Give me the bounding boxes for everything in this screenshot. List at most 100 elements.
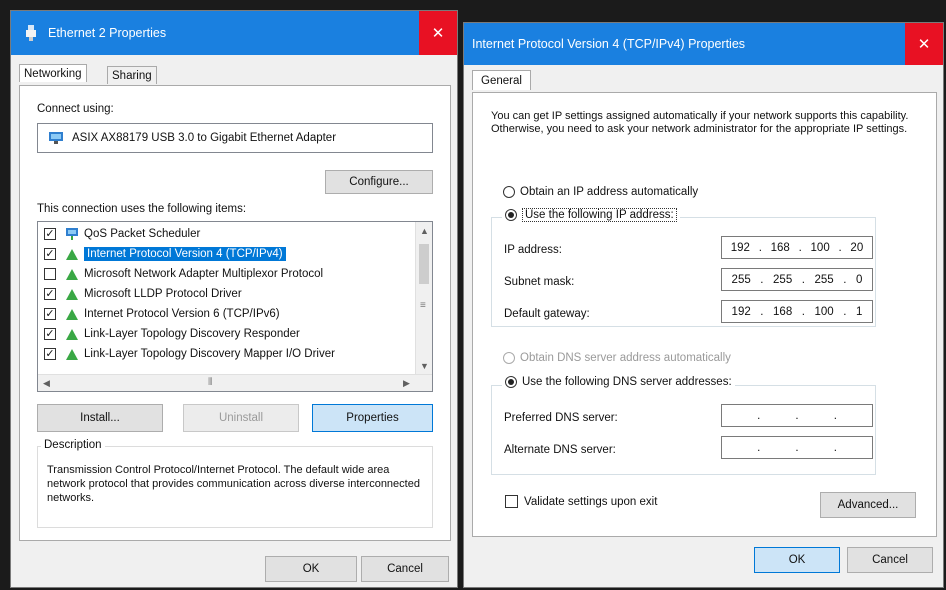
item-label-lldp: Microsoft LLDP Protocol Driver [84, 288, 242, 300]
adapter-box: ASIX AX88179 USB 3.0 to Gigabit Ethernet… [37, 123, 433, 153]
vertical-scrollbar[interactable]: ▲ ≡ ▼ [415, 222, 432, 374]
preferred-dns-field[interactable]: ... [721, 404, 873, 427]
obtain-ip-auto-option[interactable]: Obtain an IP address automatically [503, 186, 698, 198]
scroll-right-icon[interactable]: ▶ [398, 375, 415, 391]
connect-using-label: Connect using: [37, 103, 114, 115]
properties-button[interactable]: Properties [312, 404, 433, 432]
list-item-ipv4[interactable]: ✓ Internet Protocol Version 4 (TCP/IPv4) [44, 244, 286, 264]
list-item-ipv6[interactable]: ✓ Internet Protocol Version 6 (TCP/IPv6) [44, 304, 280, 324]
install-button[interactable]: Install... [37, 404, 163, 432]
ip-octet-1: 192 [730, 241, 750, 254]
checkbox-lltd-mapper[interactable]: ✓ [44, 348, 56, 360]
mask-octet-3: 255 [814, 273, 834, 286]
advanced-button[interactable]: Advanced... [820, 492, 916, 518]
obtain-dns-auto-label: Obtain DNS server address automatically [520, 352, 731, 364]
eth-ok-button[interactable]: OK [265, 556, 357, 582]
ipv4-cancel-button[interactable]: Cancel [847, 547, 933, 573]
scroll-thumb[interactable] [419, 244, 429, 284]
list-item-lltd-responder[interactable]: ✓ Link-Layer Topology Discovery Responde… [44, 324, 300, 344]
eth-close-button[interactable]: ✕ [419, 11, 457, 55]
grip-icon: ⦀ [208, 377, 213, 388]
eth-cancel-button[interactable]: Cancel [361, 556, 449, 582]
mask-octet-1: 255 [731, 273, 751, 286]
gateway-field[interactable]: 192. 168. 100. 1 [721, 300, 873, 323]
tab-general[interactable]: General [472, 70, 531, 90]
list-item-lldp[interactable]: ✓ Microsoft LLDP Protocol Driver [44, 284, 242, 304]
alternate-dns-field[interactable]: ... [721, 436, 873, 459]
ip-address-group: Use the following IP address: IP address… [491, 208, 876, 327]
ipv4-close-button[interactable]: ✕ [905, 23, 943, 65]
tab-sharing[interactable]: Sharing [107, 66, 157, 84]
obtain-dns-auto-radio[interactable] [503, 352, 515, 364]
ipv4-ok-button[interactable]: OK [754, 547, 840, 573]
configure-button[interactable]: Configure... [325, 170, 433, 194]
ip-octet-4: 20 [850, 241, 864, 254]
eth-title: Ethernet 2 Properties [48, 26, 167, 40]
checkbox-ipv4[interactable]: ✓ [44, 248, 56, 260]
list-item-lltd-mapper[interactable]: ✓ Link-Layer Topology Discovery Mapper I… [44, 344, 335, 364]
gateway-label: Default gateway: [504, 308, 590, 320]
close-icon: ✕ [431, 25, 445, 42]
item-label-ipv4: Internet Protocol Version 4 (TCP/IPv4) [84, 247, 286, 261]
gw-octet-3: 100 [814, 305, 834, 318]
gw-octet-1: 192 [731, 305, 751, 318]
horizontal-scrollbar[interactable]: ◀ ⦀ ▶ [38, 374, 432, 391]
ethernet-properties-dialog: Ethernet 2 Properties ✕ Networking Shari… [10, 10, 458, 588]
protocol-icon [64, 347, 80, 361]
protocol-icon [64, 327, 80, 341]
ipv4-title: Internet Protocol Version 4 (TCP/IPv4) P… [472, 37, 746, 51]
obtain-dns-auto-option[interactable]: Obtain DNS server address automatically [503, 352, 731, 364]
item-label-lltd-mapper: Link-Layer Topology Discovery Mapper I/O… [84, 348, 335, 360]
checkbox-lltd-responder[interactable]: ✓ [44, 328, 56, 340]
validate-label: Validate settings upon exit [524, 495, 658, 508]
description-label: Description [41, 439, 105, 451]
obtain-ip-auto-radio[interactable] [503, 186, 515, 198]
checkbox-qos[interactable]: ✓ [44, 228, 56, 240]
ip-octet-2: 168 [770, 241, 790, 254]
ipv4-titlebar[interactable]: Internet Protocol Version 4 (TCP/IPv4) P… [464, 23, 943, 65]
use-dns-radio[interactable] [505, 376, 517, 388]
checkbox-lldp[interactable]: ✓ [44, 288, 56, 300]
ip-address-field[interactable]: 192. 168. 100. 20 [721, 236, 873, 259]
items-label: This connection uses the following items… [37, 203, 247, 215]
subnet-mask-field[interactable]: 255. 255. 255. 0 [721, 268, 873, 291]
protocol-icon [64, 307, 80, 321]
use-dns-option[interactable]: Use the following DNS server addresses: [502, 376, 735, 388]
intro-text: You can get IP settings assigned automat… [491, 110, 909, 135]
validate-checkbox[interactable] [505, 495, 518, 508]
gw-octet-2: 168 [773, 305, 793, 318]
protocol-icon [64, 247, 80, 261]
uninstall-button[interactable]: Uninstall [183, 404, 299, 432]
scroll-up-icon[interactable]: ▲ [416, 222, 432, 239]
items-list[interactable]: ✓ QoS Packet Scheduler ✓ Internet Protoc… [37, 221, 433, 392]
item-label-multiplexor: Microsoft Network Adapter Multiplexor Pr… [84, 268, 324, 280]
tab-networking[interactable]: Networking [19, 64, 87, 82]
subnet-mask-label: Subnet mask: [504, 276, 575, 288]
checkbox-ipv6[interactable]: ✓ [44, 308, 56, 320]
item-label-lltd-responder: Link-Layer Topology Discovery Responder [84, 328, 300, 340]
list-item-multiplexor[interactable]: Microsoft Network Adapter Multiplexor Pr… [44, 264, 323, 284]
scroll-down-icon[interactable]: ▼ [416, 357, 432, 374]
ip-address-label: IP address: [504, 244, 562, 256]
description-group: Description Transmission Control Protoco… [37, 439, 433, 528]
general-panel: You can get IP settings assigned automat… [472, 92, 937, 537]
item-label-ipv6: Internet Protocol Version 6 (TCP/IPv6) [84, 308, 280, 320]
alternate-dns-label: Alternate DNS server: [504, 444, 616, 456]
validate-option[interactable]: Validate settings upon exit [505, 495, 657, 508]
use-ip-option[interactable]: Use the following IP address: [502, 208, 680, 222]
preferred-dns-label: Preferred DNS server: [504, 412, 618, 424]
checkbox-multiplexor[interactable] [44, 268, 56, 280]
network-adapter-icon [24, 25, 38, 41]
use-ip-label: Use the following IP address: [522, 208, 677, 222]
use-dns-label: Use the following DNS server addresses: [522, 376, 732, 388]
gw-octet-4: 1 [856, 305, 863, 318]
close-icon: ✕ [917, 36, 931, 53]
protocol-icon [64, 267, 80, 281]
ip-octet-3: 100 [810, 241, 830, 254]
scroll-left-icon[interactable]: ◀ [38, 375, 55, 391]
use-ip-radio[interactable] [505, 209, 517, 221]
eth-titlebar[interactable]: Ethernet 2 Properties ✕ [11, 11, 457, 55]
dns-group: Use the following DNS server addresses: … [491, 376, 876, 475]
scheduler-icon [64, 227, 80, 241]
list-item-qos[interactable]: ✓ QoS Packet Scheduler [44, 224, 200, 244]
